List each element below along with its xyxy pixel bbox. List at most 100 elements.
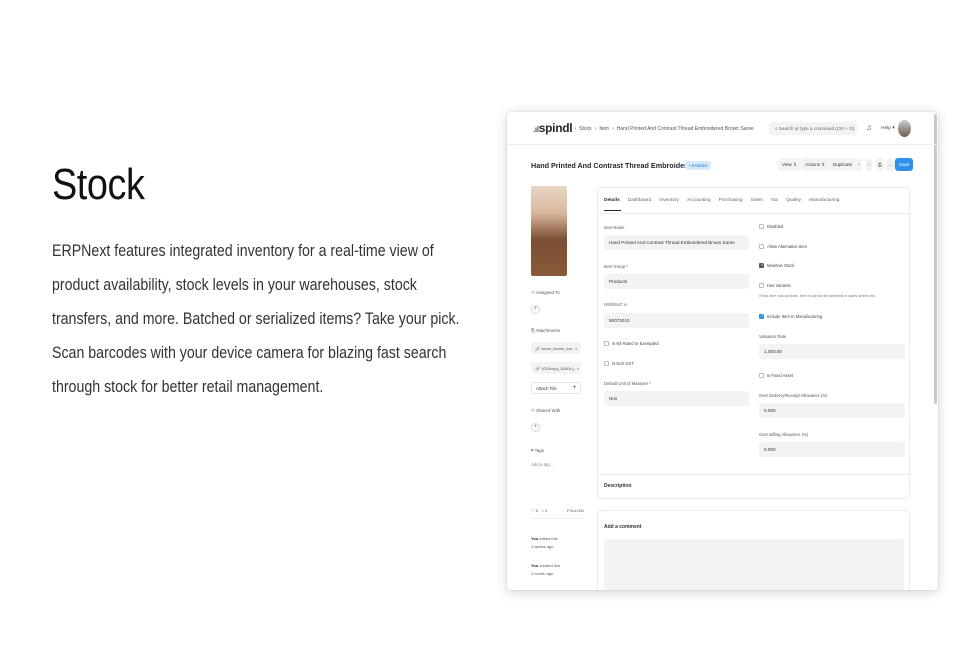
allow-alternative-label: Allow Alternative Item [767,244,808,249]
item-group-field[interactable]: Products [604,274,749,289]
tab-tax[interactable]: Tax [771,198,778,203]
shared-with-label: ⚇ Shared With [531,408,561,413]
fixed-asset-label: Is Fixed Asset [767,373,794,378]
over-billing-label: Over Billing Allowance (%) [759,432,809,437]
activity-edit-time: 4 weeks ago [531,544,554,549]
attach-file-button[interactable]: Attach File + [531,382,581,394]
allow-alternative-checkbox[interactable] [759,244,764,249]
search-input[interactable]: ⌕ Search or type a command (Ctrl + G) [769,122,857,135]
tab-sales[interactable]: Sales [751,198,763,203]
item-group-label: Item Group * [604,264,628,269]
more-icon: … [888,162,893,167]
hero-body: ERPNext features integrated inventory fo… [52,242,460,396]
uom-field[interactable]: Nos [604,391,749,406]
chevron-left-icon: ‹ [858,162,860,167]
follow-button[interactable]: FOLLOW [567,508,584,513]
over-delivery-label: Over Delivery/Receipt Allowance (%) [759,393,828,398]
next-button[interactable]: › [866,158,872,171]
attachments-label: ⎘ Attachments [531,328,560,333]
activity-create-time: 1 month ago [531,571,554,576]
prev-button[interactable]: ‹ [856,158,862,171]
like-comment-counts[interactable]: ♡ 0 · ○ 0 [531,508,547,513]
help-label: Help [881,126,891,131]
hsn-field[interactable]: 50072010 [604,313,749,328]
divider [531,518,583,519]
disabled-label: Disabled [767,224,784,229]
navbar: .ılspindl › Stock › Item › Hand Printed And C… [507,112,938,145]
nil-rated-checkbox[interactable] [604,341,609,346]
form-card: Details Dashboard Inventory Accounting Purch… [597,187,910,499]
tab-dashboard[interactable]: Dashboard [628,198,651,203]
over-delivery-field[interactable]: 0.000 [759,403,905,418]
assigned-to-label: ⚇ Assigned To [531,290,560,295]
bell-icon[interactable]: ♫ [866,123,872,132]
page: Stock ERPNext features integrated invent… [0,0,965,666]
tab-purchasing[interactable]: Purchasing [719,198,743,203]
hsn-label: HSN/SAC ⊘ [604,302,628,307]
chevron-down-icon[interactable]: ⌄ [628,483,632,489]
user-avatar[interactable] [898,120,911,137]
uom-label: Default Unit of Measure * [604,381,651,386]
non-gst-label: Is Non GST [612,361,634,366]
maintain-stock-checkbox[interactable] [759,262,764,268]
has-variants-checkbox[interactable] [759,283,764,288]
hero-title: Stock [52,160,145,209]
valuation-rate-label: Valuation Rate [759,334,787,339]
app-logo[interactable]: .ılspindl [533,121,573,135]
divider [598,213,909,214]
product-image[interactable] [531,186,567,276]
print-button[interactable]: ⎙ [876,158,884,171]
tab-manufacturing[interactable]: Manufacturing [809,198,839,203]
add-comment-title: Add a comment [604,524,642,530]
save-button[interactable]: Save [895,158,914,171]
over-billing-field[interactable]: 0.000 [759,442,905,457]
erp-screenshot: .ılspindl › Stock › Item › Hand Printed And C… [507,112,938,590]
duplicate-button[interactable]: Duplicate [829,158,857,171]
activity-create: You created this [531,563,561,568]
add-tag-link[interactable]: Add a tag ... [531,462,555,467]
chevron-right-icon: › [868,162,870,167]
breadcrumb-current[interactable]: Hand Printed And Contrast Thread Embroid… [617,126,754,132]
tab-accounting[interactable]: Accounting [687,198,711,203]
nil-rated-label: Is Nil Rated or Exempted [612,341,659,346]
scrollbar[interactable] [934,114,937,404]
disabled-checkbox[interactable] [759,224,764,229]
help-menu[interactable]: Help ▾ [881,126,895,131]
fixed-asset-checkbox[interactable] [759,373,764,378]
search-placeholder: Search or type a command (Ctrl + G) [778,126,855,131]
link-icon: ⊘ [623,302,628,307]
variants-help-text: If this item has variants, then it canno… [759,294,877,298]
printer-icon: ⎙ [878,162,882,167]
attachment-file[interactable]: 🔗 ochre_brown_sar.. × [531,342,581,354]
include-manufacturing-checkbox[interactable] [759,313,764,319]
more-button[interactable]: … [886,158,895,171]
tab-quality[interactable]: Quality [786,198,801,203]
tags-label: ⌗ Tags [531,448,544,453]
breadcrumb-stock[interactable]: Stock [579,126,592,132]
tab-inventory[interactable]: Inventory [659,198,679,203]
activity-edit: You edited this [531,536,558,541]
add-share-button[interactable]: + [531,423,540,432]
view-button[interactable]: View ⇕ [778,158,802,171]
divider [598,474,909,475]
item-name-field[interactable]: Hand Printed And Contrast Thread Embroid… [604,235,749,250]
item-name-label: Item Name [604,225,625,230]
logo-text: spindl [538,121,573,135]
tab-bar: Details Dashboard Inventory Accounting Purch… [604,198,847,203]
comment-input[interactable] [604,539,904,590]
status-badge: • Enabled [685,161,712,170]
add-assign-button[interactable]: + [531,305,540,314]
comment-card: Add a comment [597,510,910,590]
maintain-stock-label: Maintain Stock [767,263,795,268]
non-gst-checkbox[interactable] [604,361,609,366]
valuation-rate-field[interactable]: 1,000.00 [759,344,905,359]
has-variants-label: Has Variants [767,283,791,288]
tab-details[interactable]: Details [604,198,620,203]
title-bar: Hand Printed And Contrast Thread Embroid… [531,156,914,176]
breadcrumb-item[interactable]: Item [599,126,609,132]
plus-icon: + [572,385,576,391]
page-title: Hand Printed And Contrast Thread Embroid… [531,161,704,170]
actions-button[interactable]: Actions ⇕ [801,158,830,171]
sidebar: ⚇ Assigned To + ⎘ Attachments 🔗 ochre_br… [531,186,585,586]
attachment-file[interactable]: 🔗 1020copy_5260c.j.. × [531,362,581,374]
